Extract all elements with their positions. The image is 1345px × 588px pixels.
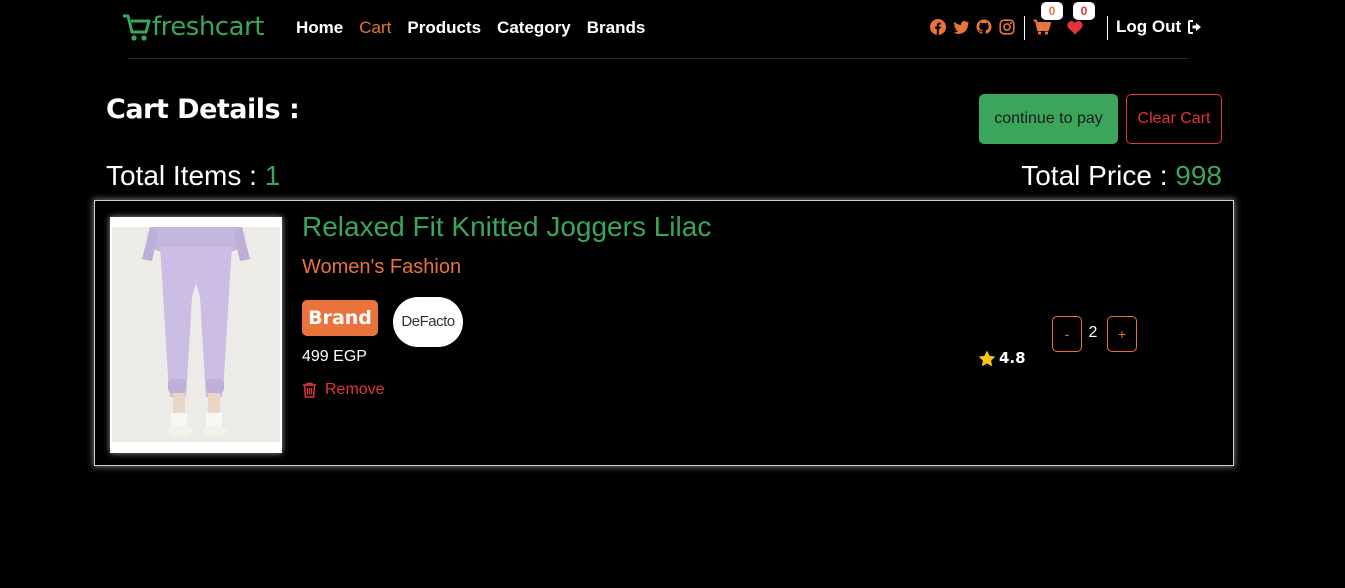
- total-price: Total Price : 998: [1021, 160, 1222, 192]
- star-icon: [978, 350, 996, 366]
- increment-quantity-button[interactable]: +: [1107, 316, 1137, 352]
- brand-logo[interactable]: freshcart: [121, 10, 264, 44]
- brand-tag: Brand: [302, 300, 378, 336]
- nav-link-category[interactable]: Category: [497, 17, 571, 39]
- total-items-value: 1: [264, 160, 281, 191]
- brand-logo-badge: DeFacto: [393, 297, 463, 347]
- continue-to-pay-button[interactable]: continue to pay: [979, 94, 1118, 144]
- instagram-icon[interactable]: [999, 19, 1015, 35]
- trash-icon: [303, 382, 316, 398]
- heart-icon[interactable]: [1067, 20, 1083, 35]
- cart-count-badge: 0: [1041, 2, 1063, 20]
- total-items: Total Items : 1: [106, 160, 280, 192]
- wishlist-count-badge: 0: [1073, 2, 1095, 20]
- nav-link-brands[interactable]: Brands: [587, 17, 646, 39]
- product-image: [110, 217, 282, 453]
- navbar-divider: [128, 58, 1188, 59]
- nav-link-home[interactable]: Home: [296, 17, 343, 39]
- twitter-icon[interactable]: [953, 19, 969, 35]
- navbar: freshcart Home Cart Products Category Br…: [0, 0, 1345, 58]
- decrement-quantity-button[interactable]: -: [1052, 316, 1082, 352]
- total-price-label: Total Price :: [1021, 160, 1168, 191]
- remove-button[interactable]: Remove: [302, 381, 385, 399]
- cart-item-card: Relaxed Fit Knitted Joggers Lilac Women'…: [94, 200, 1234, 466]
- social-links: [930, 19, 1015, 35]
- total-items-label: Total Items :: [106, 160, 257, 191]
- github-icon[interactable]: [976, 19, 992, 35]
- logout-link[interactable]: Log Out: [1116, 17, 1203, 37]
- clear-cart-button[interactable]: Clear Cart: [1126, 94, 1222, 144]
- product-name[interactable]: Relaxed Fit Knitted Joggers Lilac: [302, 211, 711, 243]
- cart-logo-icon: [123, 14, 151, 41]
- rating-value: 4.8: [999, 349, 1026, 367]
- page-title: Cart Details :: [106, 94, 300, 125]
- product-price: 499 EGP: [302, 348, 367, 365]
- quantity-value: 2: [1088, 324, 1098, 341]
- sign-out-icon: [1188, 20, 1202, 34]
- total-price-value: 998: [1175, 160, 1222, 191]
- nav-divider: [1024, 16, 1025, 40]
- product-category: Women's Fashion: [302, 256, 462, 278]
- nav-link-products[interactable]: Products: [407, 17, 481, 39]
- logout-label: Log Out: [1116, 17, 1182, 36]
- facebook-icon[interactable]: [930, 19, 946, 35]
- nav-links: Home Cart Products Category Brands: [296, 17, 661, 39]
- nav-link-cart[interactable]: Cart: [359, 17, 391, 39]
- product-rating: 4.8: [978, 349, 1026, 367]
- nav-divider: [1107, 16, 1108, 40]
- brand-name: freshcart: [152, 12, 264, 42]
- remove-label: Remove: [325, 381, 385, 398]
- cart-icon[interactable]: [1033, 19, 1051, 35]
